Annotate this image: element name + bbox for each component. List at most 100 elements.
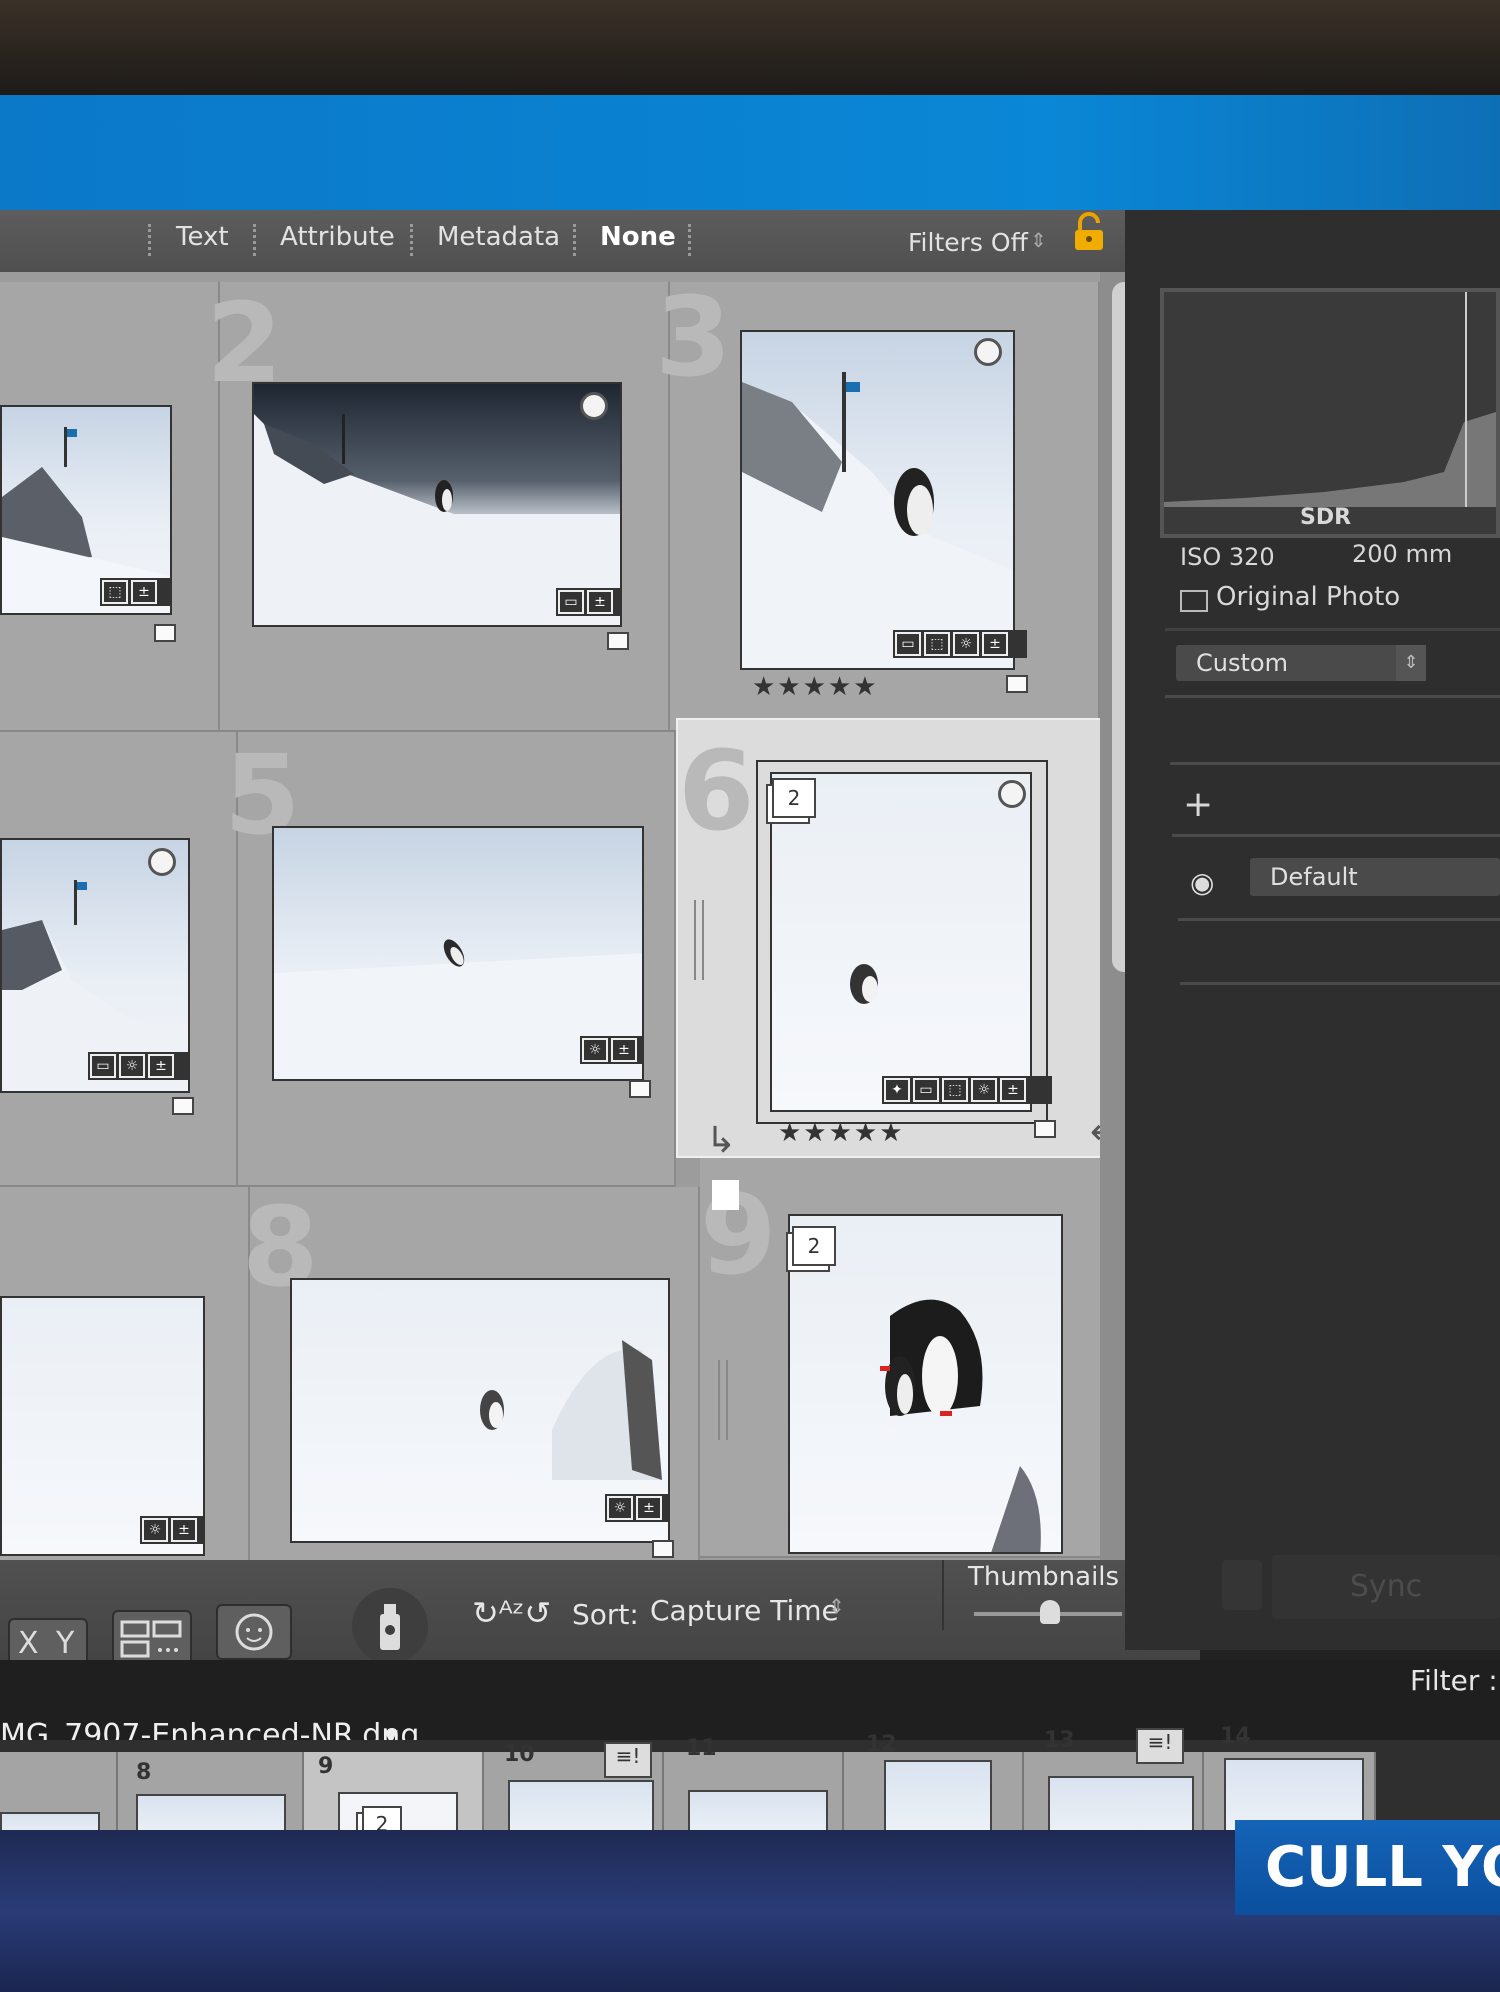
add-preset-icon[interactable]: +	[1183, 784, 1213, 825]
edit-badges: ▭ ⬚ ☼ ±	[893, 630, 1027, 658]
thumbnail-size-slider-handle[interactable]	[1040, 1600, 1060, 1624]
develop-badge-icon: ±	[1000, 1078, 1026, 1102]
develop-badge-icon: ±	[587, 590, 613, 614]
edit-badges: ⬚ ±	[100, 578, 170, 606]
edit-badges: ☼ ±	[580, 1036, 644, 1064]
penguin-on-rocks-illustration	[742, 372, 1013, 668]
select-circle[interactable]	[580, 392, 608, 420]
filmstrip-cell-number: 12	[866, 1732, 897, 1757]
panel-divider	[1170, 762, 1500, 765]
original-photo-label: Original Photo	[1216, 582, 1401, 612]
filmstrip-cell-number: 14	[1220, 1724, 1251, 1749]
promo-banner: CULL YO	[1235, 1820, 1500, 1915]
exposure-badge-icon: ☼	[953, 632, 979, 656]
penguins-nesting-illustration	[880, 1299, 1041, 1552]
stack-badge-icon: ▭	[558, 590, 584, 614]
quick-collection-checkbox[interactable]	[1034, 1120, 1056, 1138]
panel-divider	[1172, 834, 1500, 837]
compare-y-label: Y	[56, 1626, 75, 1661]
toolbar-divider	[942, 1560, 944, 1630]
focal-length-readout: 200 mm	[1352, 540, 1453, 568]
cell-index-number: 3	[655, 273, 732, 401]
select-circle[interactable]	[148, 848, 176, 876]
preset-select-arrows-icon[interactable]: ⇕	[1396, 645, 1426, 681]
compare-x-label: X	[18, 1626, 39, 1661]
develop-badge-icon: ±	[131, 580, 157, 604]
sync-button[interactable]: Sync	[1272, 1555, 1500, 1619]
develop-badge-icon: ±	[611, 1038, 637, 1062]
filter-metadata-tab[interactable]: Metadata	[437, 222, 560, 252]
lock-icon[interactable]	[1072, 212, 1106, 252]
develop-badge-icon: ±	[171, 1518, 197, 1542]
filters-off-dropdown[interactable]: Filters Off	[908, 228, 1028, 257]
quick-collection-checkbox[interactable]	[1006, 675, 1028, 693]
edit-badges: ▭ ☼ ±	[88, 1052, 190, 1080]
crop-badge-icon: ⬚	[102, 580, 128, 604]
filter-text-tab[interactable]: Text	[176, 222, 229, 252]
original-photo-checkbox[interactable]	[1180, 590, 1208, 612]
stack-expander-left[interactable]	[718, 1360, 728, 1440]
edit-badges: ☼ ±	[605, 1494, 669, 1522]
sort-label: Sort:	[572, 1598, 639, 1631]
face-icon	[235, 1613, 273, 1651]
select-circle[interactable]	[998, 780, 1026, 808]
preset-select[interactable]: Custom	[1176, 645, 1426, 681]
panel-divider	[1165, 695, 1500, 698]
crop-badge-icon: ⬚	[942, 1078, 968, 1102]
edit-badges: ▭ ±	[556, 588, 622, 616]
stack-count-badge[interactable]: 2	[792, 1226, 836, 1266]
thumbnails-label: Thumbnails	[968, 1562, 1120, 1592]
filter-separator	[688, 224, 693, 256]
stack-expander-left[interactable]	[694, 900, 704, 980]
exposure-badge-icon: ☼	[582, 1038, 608, 1062]
develop-badge-icon: ±	[982, 632, 1008, 656]
quick-collection-checkbox[interactable]	[154, 624, 176, 642]
enhance-badge-icon: ✦	[884, 1078, 910, 1102]
quick-collection-checkbox[interactable]	[607, 632, 629, 650]
thumbnail-photo[interactable]	[740, 330, 1015, 670]
profile-select[interactable]: Default	[1250, 858, 1500, 896]
panel-divider	[1178, 918, 1500, 921]
sort-dropdown-arrows-icon: ⇕	[828, 1594, 845, 1618]
thumbnail-photo[interactable]	[770, 772, 1032, 1112]
survey-view-button[interactable]	[112, 1610, 192, 1666]
exposure-badge-icon: ☼	[607, 1496, 633, 1520]
exposure-badge-icon: ☼	[119, 1054, 145, 1078]
metadata-badge-icon: ≡!	[604, 1742, 652, 1778]
rotate-left-icon[interactable]: ↳	[706, 1120, 736, 1161]
filter-separator	[410, 224, 415, 256]
star-rating[interactable]: ★★★★★	[752, 672, 879, 702]
stack-badge-icon: ▭	[913, 1078, 939, 1102]
monitor-bezel	[0, 0, 1500, 95]
stack-badge-icon: ▭	[90, 1054, 116, 1078]
stack-badge-icon: ▭	[895, 632, 921, 656]
quick-collection-checkbox[interactable]	[652, 1540, 674, 1558]
iso-readout: ISO 320	[1180, 543, 1275, 571]
quick-collection-checkbox[interactable]	[629, 1080, 651, 1098]
sort-dropdown[interactable]: Capture Time	[650, 1594, 839, 1627]
painter-button[interactable]	[352, 1588, 428, 1664]
visibility-eye-icon[interactable]: ◉	[1190, 866, 1214, 899]
star-rating[interactable]: ★★★★★	[778, 1118, 905, 1148]
stack-count-badge[interactable]: 2	[772, 778, 816, 818]
panel-divider	[1180, 982, 1500, 985]
app-header-strip	[0, 95, 1500, 215]
flag-icon[interactable]	[712, 1180, 739, 1210]
sort-direction-icon[interactable]: ↻ᴬᶻ↺	[472, 1594, 551, 1632]
filter-none-tab[interactable]: None	[600, 222, 676, 252]
histogram-mode-label: SDR	[1300, 505, 1352, 530]
sync-settings-toggle[interactable]	[1222, 1560, 1262, 1610]
filter-attribute-tab[interactable]: Attribute	[280, 222, 395, 252]
select-circle[interactable]	[974, 338, 1002, 366]
filter-separator	[253, 224, 258, 256]
filmstrip-cell-number: 11	[686, 1736, 717, 1761]
filter-separator	[148, 224, 153, 256]
people-view-button[interactable]	[216, 1604, 292, 1660]
exposure-badge-icon: ☼	[142, 1518, 168, 1542]
quick-collection-checkbox[interactable]	[172, 1097, 194, 1115]
exposure-badge-icon: ☼	[971, 1078, 997, 1102]
spray-can-icon	[380, 1604, 400, 1650]
filter-separator	[573, 224, 578, 256]
filmstrip-filter-label: Filter :	[1410, 1664, 1498, 1697]
filmstrip-cell-number: 8	[136, 1760, 152, 1785]
